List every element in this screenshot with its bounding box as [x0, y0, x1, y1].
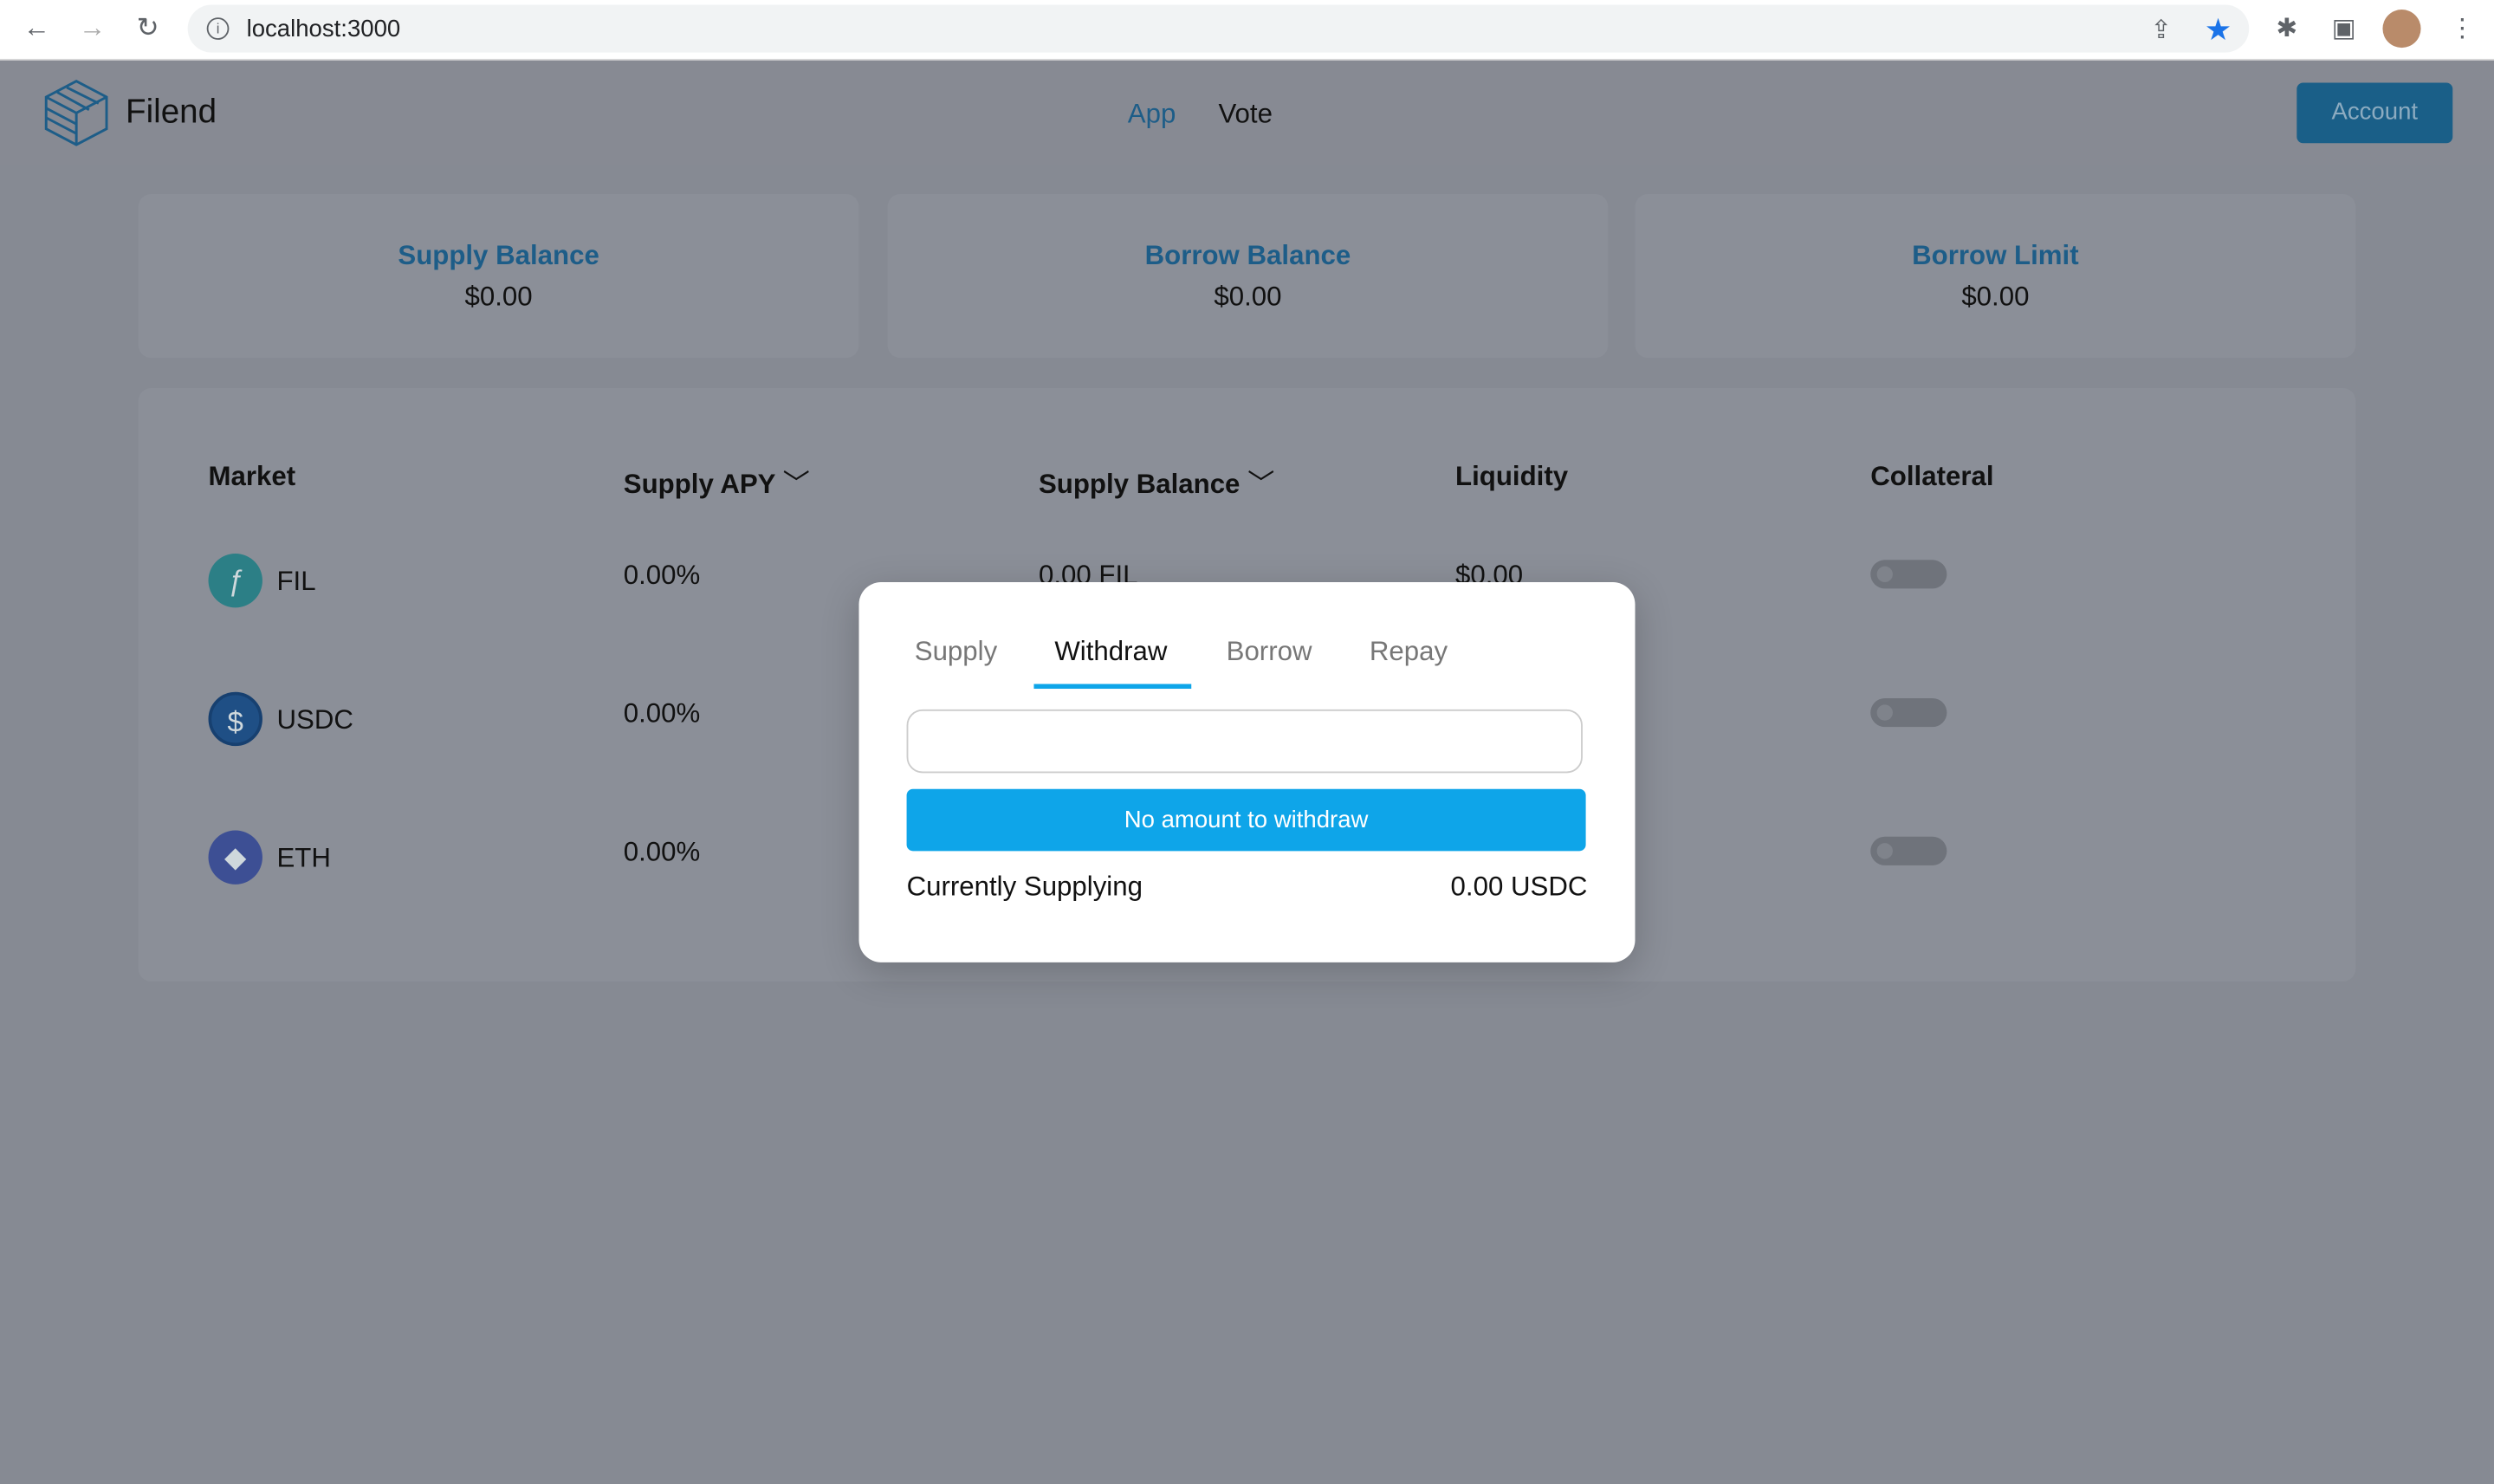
header-collateral: Collateral: [1870, 461, 1994, 492]
active-tab-indicator: [1033, 684, 1192, 690]
header-supply-balance[interactable]: Supply Balance ﹀: [1039, 461, 1274, 501]
filend-logo-icon: [44, 79, 108, 146]
chevron-down-icon: ﹀: [782, 469, 810, 500]
supply-apy: 0.00%: [623, 560, 701, 591]
reload-icon[interactable]: ↻: [131, 13, 165, 45]
tab-repay[interactable]: Repay: [1370, 636, 1448, 668]
url-text: localhost:3000: [246, 16, 401, 43]
currently-supplying-label: Currently Supplying: [906, 872, 1143, 903]
share-icon[interactable]: ⇪: [2150, 15, 2172, 47]
profile-avatar[interactable]: [2382, 10, 2421, 49]
currently-supplying-value: 0.00 USDC: [1450, 872, 1588, 903]
collateral-toggle[interactable]: [1870, 560, 1947, 589]
browser-toolbar: ← → ↻ i localhost:3000 ⇪ ★ ✱ ▣ ⋮: [0, 0, 2494, 61]
eth-coin-icon: ◆: [208, 830, 262, 885]
tab-supply[interactable]: Supply: [915, 636, 997, 668]
card-title: Supply Balance: [398, 240, 599, 271]
borrow-balance-card: Borrow Balance $0.00: [887, 194, 1609, 359]
supply-apy: 0.00%: [623, 836, 701, 867]
tab-withdraw[interactable]: Withdraw: [1054, 636, 1167, 668]
collateral-toggle[interactable]: [1870, 698, 1947, 728]
bookmark-star-icon[interactable]: ★: [2205, 13, 2232, 49]
withdraw-modal: Supply Withdraw Borrow Repay No amount t…: [858, 582, 1636, 962]
extensions-icon[interactable]: ✱: [2276, 13, 2297, 45]
fil-coin-icon: ƒ: [208, 553, 262, 608]
back-icon[interactable]: ←: [19, 13, 54, 45]
collateral-toggle[interactable]: [1870, 836, 1947, 865]
amount-input[interactable]: [906, 709, 1583, 774]
card-title: Borrow Balance: [1144, 240, 1351, 271]
header-supply-apy[interactable]: Supply APY ﹀: [624, 461, 810, 501]
header-label: Supply APY: [623, 469, 775, 500]
forward-icon[interactable]: →: [74, 13, 109, 45]
card-value: $0.00: [1214, 281, 1282, 312]
header-label: Supply Balance: [1038, 469, 1241, 500]
header-market: Market: [208, 461, 296, 492]
market-name: USDC: [276, 704, 353, 736]
chevron-down-icon: ﹀: [1247, 469, 1275, 500]
market-name: FIL: [276, 566, 316, 597]
usdc-coin-icon: $: [208, 691, 262, 747]
info-icon[interactable]: i: [206, 17, 230, 40]
nav-vote[interactable]: Vote: [1218, 99, 1273, 131]
app-root: ← → ↻ i localhost:3000 ⇪ ★ ✱ ▣ ⋮ Filend …: [0, 0, 2494, 1484]
nav-app[interactable]: App: [1128, 99, 1176, 131]
address-bar[interactable]: i localhost:3000 ⇪ ★: [187, 4, 2250, 53]
borrow-limit-card: Borrow Limit $0.00: [1635, 194, 2356, 359]
app-header: Filend App Vote Account: [0, 60, 2494, 165]
account-button[interactable]: Account: [2296, 82, 2453, 144]
card-title: Borrow Limit: [1912, 240, 2079, 271]
market-name: ETH: [276, 843, 331, 874]
card-value: $0.00: [464, 281, 533, 312]
menu-icon[interactable]: ⋮: [2450, 13, 2475, 45]
withdraw-button[interactable]: No amount to withdraw: [906, 788, 1586, 852]
header-liquidity: Liquidity: [1455, 461, 1569, 492]
card-value: $0.00: [1961, 281, 2030, 312]
supply-apy: 0.00%: [623, 698, 701, 729]
brand-name: Filend: [126, 94, 217, 131]
supply-balance-card: Supply Balance $0.00: [138, 194, 859, 359]
tab-borrow[interactable]: Borrow: [1227, 636, 1312, 668]
side-panel-icon[interactable]: ▣: [2332, 13, 2356, 45]
